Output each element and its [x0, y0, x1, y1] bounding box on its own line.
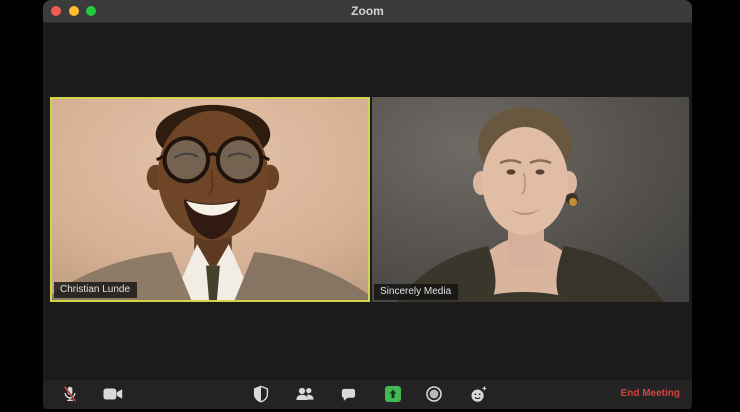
reactions-button[interactable] [464, 379, 492, 409]
video-tile-christian-lunde[interactable]: Christian Lunde [50, 97, 370, 302]
share-screen-arrow-icon [385, 386, 401, 402]
meeting-toolbar [43, 379, 692, 409]
record-circle-icon [425, 385, 443, 403]
zoom-app-window: Zoom Christian Lunde Sincerely Media End… [43, 0, 692, 409]
video-tile-sincerely-media[interactable]: Sincerely Media [372, 97, 689, 302]
security-button[interactable] [247, 379, 275, 409]
end-meeting-button[interactable]: End Meeting [621, 379, 680, 409]
participant-video-sincerely [372, 97, 689, 302]
record-button[interactable] [420, 379, 448, 409]
participants-button[interactable] [291, 379, 319, 409]
participant-video-christian [52, 99, 368, 300]
mute-button[interactable] [56, 379, 84, 409]
window-title: Zoom [351, 4, 384, 18]
window-titlebar[interactable]: Zoom [43, 0, 692, 23]
share-screen-button[interactable] [379, 379, 407, 409]
chat-bubble-icon [340, 386, 357, 403]
chat-button[interactable] [334, 379, 362, 409]
video-button[interactable] [99, 379, 127, 409]
participant-name-label: Sincerely Media [374, 284, 459, 300]
desktop-background: Zoom Christian Lunde Sincerely Media End… [0, 0, 740, 412]
participant-name-label: Christian Lunde [54, 282, 138, 298]
participants-icon [295, 386, 315, 402]
reactions-smiley-icon [469, 385, 488, 404]
microphone-muted-icon [61, 385, 79, 403]
security-shield-icon [252, 385, 270, 403]
video-camera-icon [103, 387, 123, 401]
